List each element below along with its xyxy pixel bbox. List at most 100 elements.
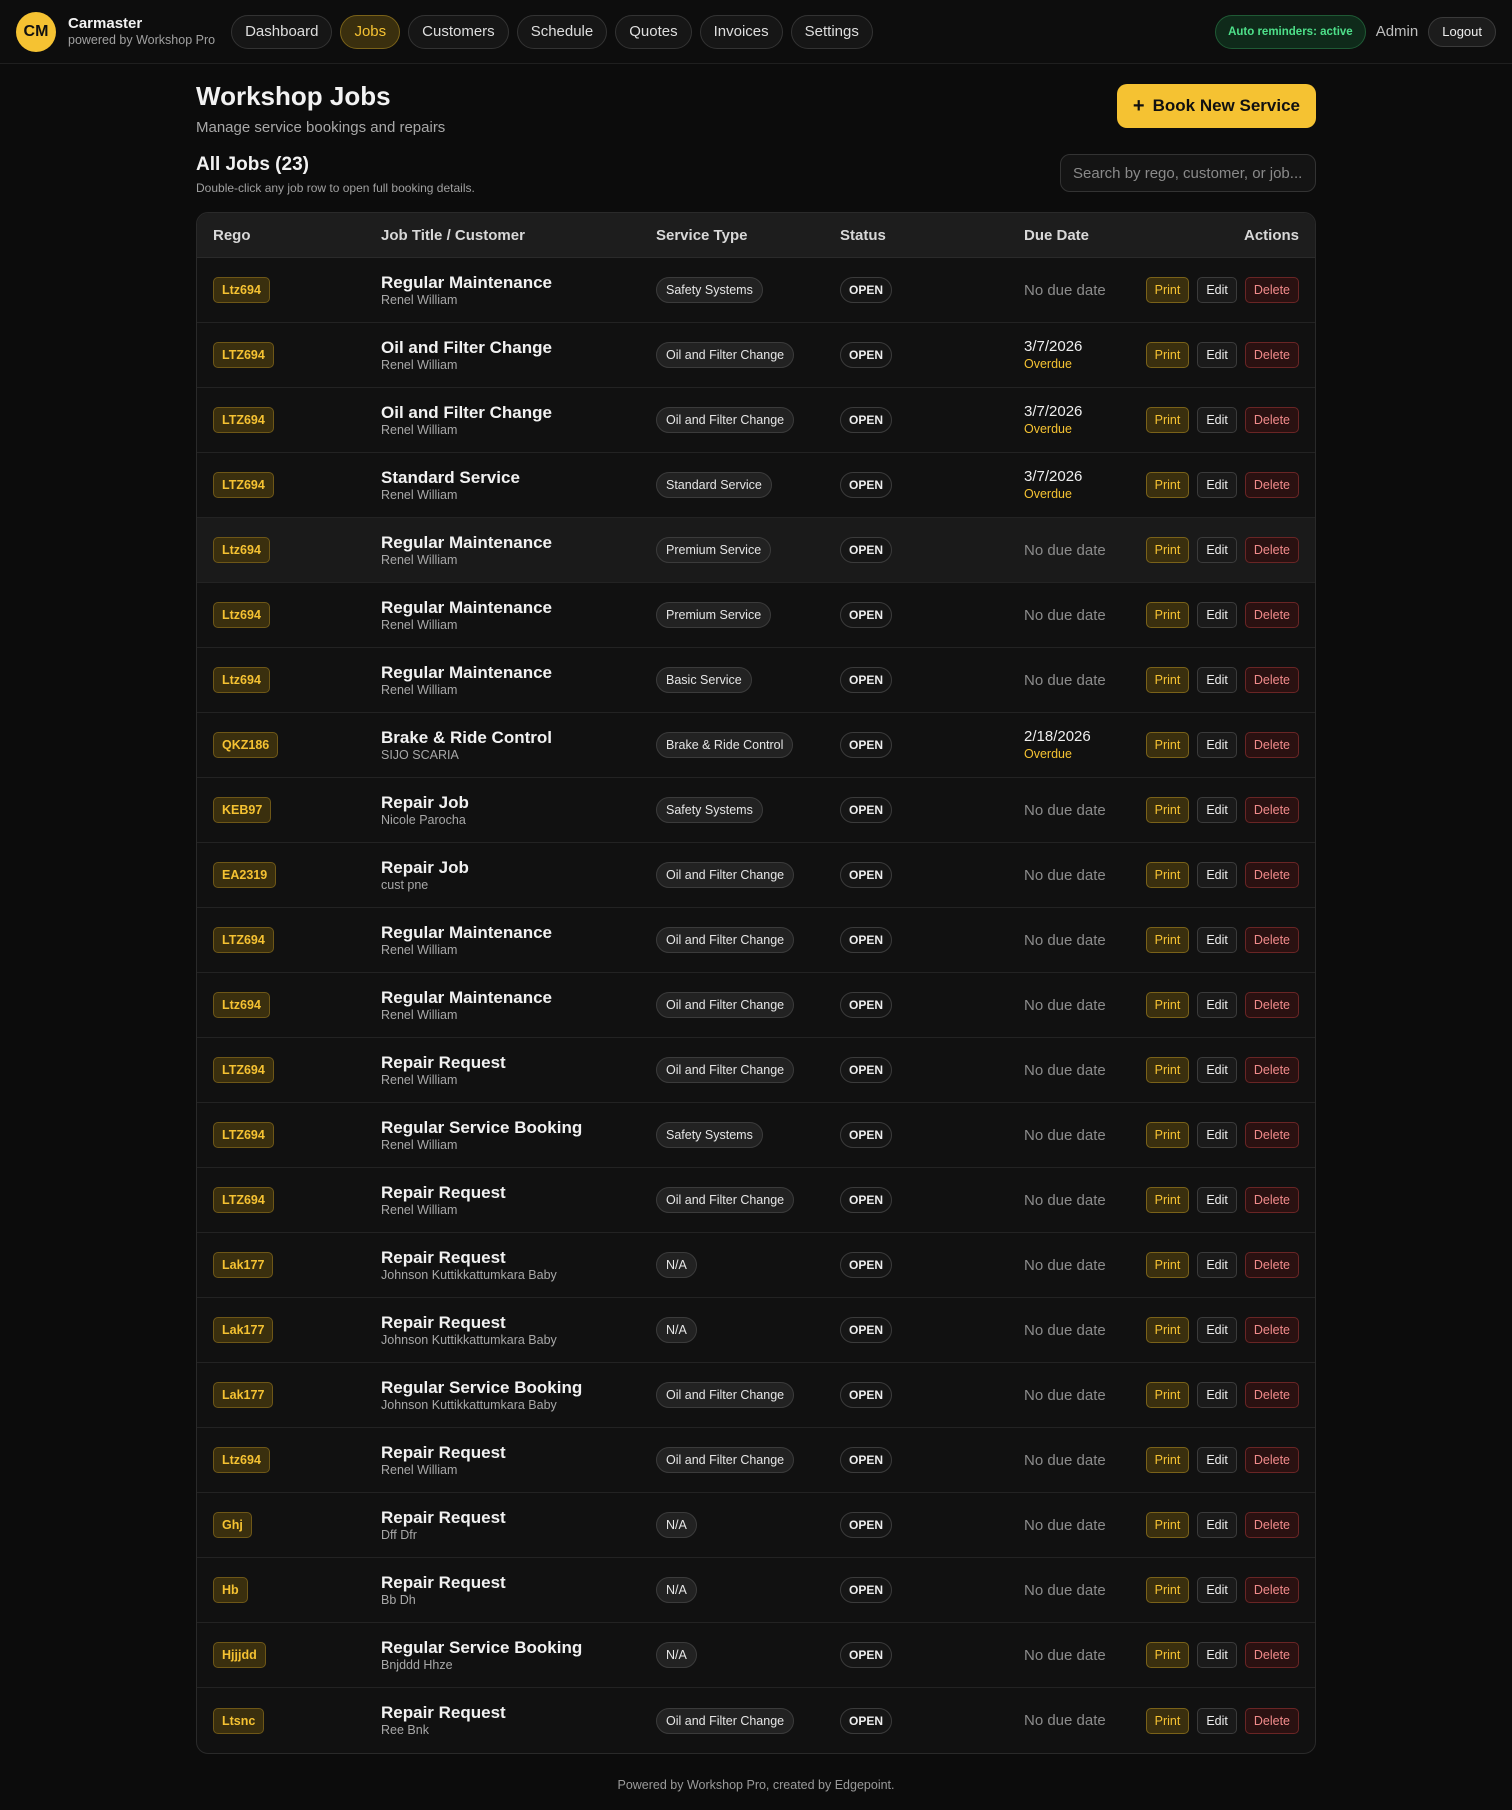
delete-button[interactable]: Delete [1244, 277, 1299, 303]
edit-button[interactable]: Edit [1197, 277, 1237, 303]
brand-logo[interactable]: CM [16, 11, 56, 52]
table-row[interactable]: Ltz694 Regular Maintenance Renel William Sa… [197, 258, 1315, 323]
print-button[interactable]: Print [1145, 1057, 1190, 1083]
delete-button[interactable]: Delete [1244, 797, 1299, 823]
table-row[interactable]: Lak177 Repair Request Johnson Kuttikkattum… [197, 1298, 1315, 1363]
table-row[interactable]: Ltz694 Regular Maintenance Renel William Ba… [197, 648, 1315, 713]
edit-button[interactable]: Edit [1197, 1512, 1237, 1538]
delete-button[interactable]: Delete [1244, 1382, 1299, 1408]
edit-button[interactable]: Edit [1197, 1122, 1237, 1148]
book-new-service-button[interactable]: + Book New Service [1116, 84, 1316, 128]
edit-button[interactable]: Edit [1197, 1707, 1237, 1734]
header-status[interactable]: Status [840, 227, 1024, 244]
delete-button[interactable]: Delete [1244, 1187, 1299, 1213]
table-row[interactable]: Lak177 Repair Request Johnson Kuttikkattum… [197, 1233, 1315, 1298]
table-row[interactable]: Ltsnc Repair Request Ree Bnk Oil and Filter… [197, 1688, 1315, 1753]
table-row[interactable]: QKZ186 Brake & Ride Control SIJO SCARIA Bra… [197, 713, 1315, 778]
print-button[interactable]: Print [1145, 342, 1190, 368]
edit-button[interactable]: Edit [1197, 1317, 1237, 1343]
print-button[interactable]: Print [1145, 1122, 1190, 1148]
delete-button[interactable]: Delete [1244, 1707, 1299, 1734]
edit-button[interactable]: Edit [1197, 407, 1237, 433]
print-button[interactable]: Print [1145, 797, 1190, 823]
table-row[interactable]: Hb Repair Request Bb Dh N/A OPEN No due date P… [197, 1558, 1315, 1623]
delete-button[interactable]: Delete [1244, 1122, 1299, 1148]
delete-button[interactable]: Delete [1244, 537, 1299, 563]
table-row[interactable]: LTZ694 Regular Maintenance Renel William Oi… [197, 908, 1315, 973]
delete-button[interactable]: Delete [1244, 1512, 1299, 1538]
nav-item-schedule[interactable]: Schedule [516, 14, 608, 49]
delete-button[interactable]: Delete [1244, 472, 1299, 498]
edit-button[interactable]: Edit [1197, 1187, 1237, 1213]
delete-button[interactable]: Delete [1244, 1577, 1299, 1603]
table-row[interactable]: Ghj Repair Request Dff Dfr N/A OPEN No due da… [197, 1493, 1315, 1558]
nav-item-invoices[interactable]: Invoices [699, 14, 783, 49]
nav-item-dashboard[interactable]: Dashboard [231, 14, 333, 49]
print-button[interactable]: Print [1145, 992, 1190, 1018]
delete-button[interactable]: Delete [1244, 927, 1299, 953]
edit-button[interactable]: Edit [1197, 1057, 1237, 1083]
print-button[interactable]: Print [1145, 1447, 1190, 1473]
delete-button[interactable]: Delete [1244, 342, 1299, 368]
print-button[interactable]: Print [1145, 537, 1190, 563]
edit-button[interactable]: Edit [1197, 342, 1237, 368]
delete-button[interactable]: Delete [1244, 862, 1299, 888]
table-row[interactable]: EA2319 Repair Job cust pne Oil and Filter C… [197, 843, 1315, 908]
print-button[interactable]: Print [1145, 1187, 1190, 1213]
edit-button[interactable]: Edit [1197, 732, 1237, 758]
print-button[interactable]: Print [1145, 1252, 1190, 1278]
logout-button[interactable]: Logout [1428, 16, 1496, 47]
table-row[interactable]: Hjjjdd Regular Service Booking Bnjddd Hhze… [197, 1623, 1315, 1688]
delete-button[interactable]: Delete [1244, 1252, 1299, 1278]
print-button[interactable]: Print [1145, 1512, 1190, 1538]
edit-button[interactable]: Edit [1197, 667, 1237, 693]
print-button[interactable]: Print [1145, 862, 1190, 888]
header-rego[interactable]: Rego [197, 227, 381, 244]
table-row[interactable]: KEB97 Repair Job Nicole Parocha Safety Syst… [197, 778, 1315, 843]
print-button[interactable]: Print [1145, 667, 1190, 693]
table-row[interactable]: LTZ694 Repair Request Renel William Oil and… [197, 1038, 1315, 1103]
edit-button[interactable]: Edit [1197, 927, 1237, 953]
table-row[interactable]: LTZ694 Standard Service Renel William Stand… [197, 453, 1315, 518]
print-button[interactable]: Print [1145, 277, 1190, 303]
delete-button[interactable]: Delete [1244, 602, 1299, 628]
print-button[interactable]: Print [1145, 1707, 1190, 1734]
delete-button[interactable]: Delete [1244, 667, 1299, 693]
nav-item-settings[interactable]: Settings [790, 14, 873, 49]
header-due-date[interactable]: Due Date [1024, 227, 1114, 244]
print-button[interactable]: Print [1145, 1317, 1190, 1343]
table-row[interactable]: LTZ694 Oil and Filter Change Renel William… [197, 323, 1315, 388]
table-row[interactable]: LTZ694 Oil and Filter Change Renel William… [197, 388, 1315, 453]
header-service-type[interactable]: Service Type [656, 227, 840, 244]
edit-button[interactable]: Edit [1197, 1577, 1237, 1603]
edit-button[interactable]: Edit [1197, 537, 1237, 563]
table-row[interactable]: LTZ694 Repair Request Renel William Oil and… [197, 1168, 1315, 1233]
search-input[interactable] [1060, 154, 1316, 192]
print-button[interactable]: Print [1145, 1642, 1190, 1668]
print-button[interactable]: Print [1145, 472, 1190, 498]
table-row[interactable]: Ltz694 Repair Request Renel William Oil and… [197, 1428, 1315, 1493]
edit-button[interactable]: Edit [1197, 1642, 1237, 1668]
table-row[interactable]: Lak177 Regular Service Booking Johnson Kut… [197, 1363, 1315, 1428]
table-row[interactable]: Ltz694 Regular Maintenance Renel William Pr… [197, 583, 1315, 648]
edit-button[interactable]: Edit [1197, 472, 1237, 498]
table-row[interactable]: LTZ694 Regular Service Booking Renel Willi… [197, 1103, 1315, 1168]
table-row[interactable]: Ltz694 Regular Maintenance Renel William Pr… [197, 518, 1315, 583]
print-button[interactable]: Print [1145, 1382, 1190, 1408]
nav-item-jobs[interactable]: Jobs [340, 14, 401, 49]
edit-button[interactable]: Edit [1197, 602, 1237, 628]
header-job-title[interactable]: Job Title / Customer [381, 227, 656, 244]
edit-button[interactable]: Edit [1197, 797, 1237, 823]
delete-button[interactable]: Delete [1244, 732, 1299, 758]
edit-button[interactable]: Edit [1197, 992, 1237, 1018]
delete-button[interactable]: Delete [1244, 1057, 1299, 1083]
delete-button[interactable]: Delete [1244, 992, 1299, 1018]
print-button[interactable]: Print [1145, 732, 1190, 758]
edit-button[interactable]: Edit [1197, 1252, 1237, 1278]
print-button[interactable]: Print [1145, 927, 1190, 953]
table-row[interactable]: Ltz694 Regular Maintenance Renel William Oi… [197, 973, 1315, 1038]
print-button[interactable]: Print [1145, 602, 1190, 628]
delete-button[interactable]: Delete [1244, 407, 1299, 433]
edit-button[interactable]: Edit [1197, 1382, 1237, 1408]
delete-button[interactable]: Delete [1244, 1447, 1299, 1473]
